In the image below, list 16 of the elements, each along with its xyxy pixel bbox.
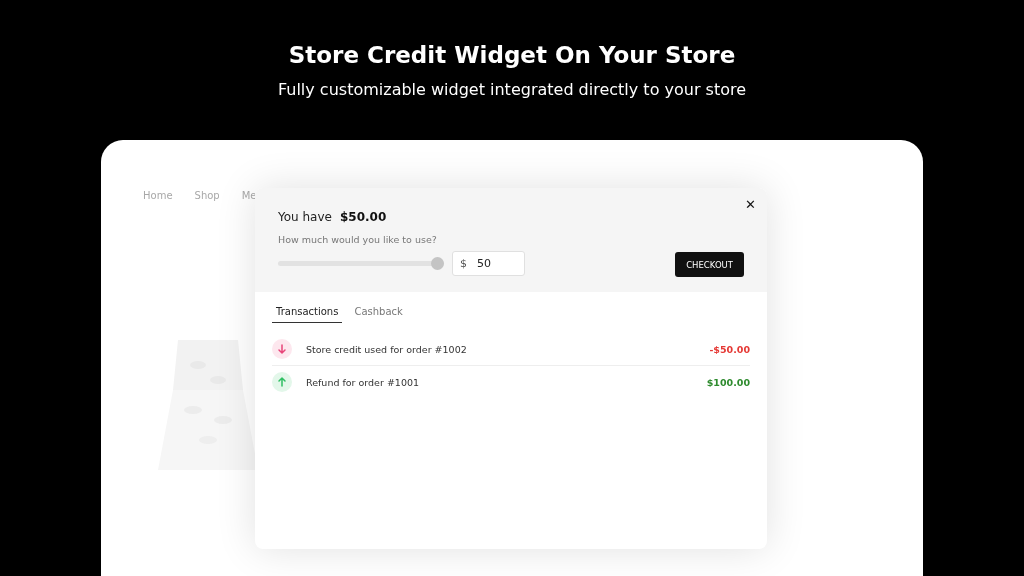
amount-input[interactable]: 50 xyxy=(475,255,509,271)
amount-field[interactable]: $ 50 xyxy=(452,250,525,276)
transaction-amount: $100.00 xyxy=(706,376,750,388)
page-subtitle: Fully customizable widget integrated directly to your store xyxy=(277,80,747,99)
slider-thumb[interactable] xyxy=(431,256,444,270)
transaction-amount: -$50.00 xyxy=(709,343,750,355)
balance-label: You have xyxy=(278,210,332,224)
balance-amount: $50.00 xyxy=(339,210,387,224)
amount-prompt: How much would you like to use? xyxy=(278,234,438,245)
tab[interactable]: Transactions xyxy=(272,304,343,323)
tab[interactable]: Cashback xyxy=(350,304,407,323)
close-button[interactable]: ✕ xyxy=(745,197,756,212)
checkout-button[interactable]: CHECKOUT xyxy=(675,252,744,277)
transaction-description: Store credit used for order #1002 xyxy=(306,343,467,355)
transaction-description: Refund for order #1001 xyxy=(306,376,420,388)
page-title: Store Credit Widget On Your Store xyxy=(287,42,737,68)
